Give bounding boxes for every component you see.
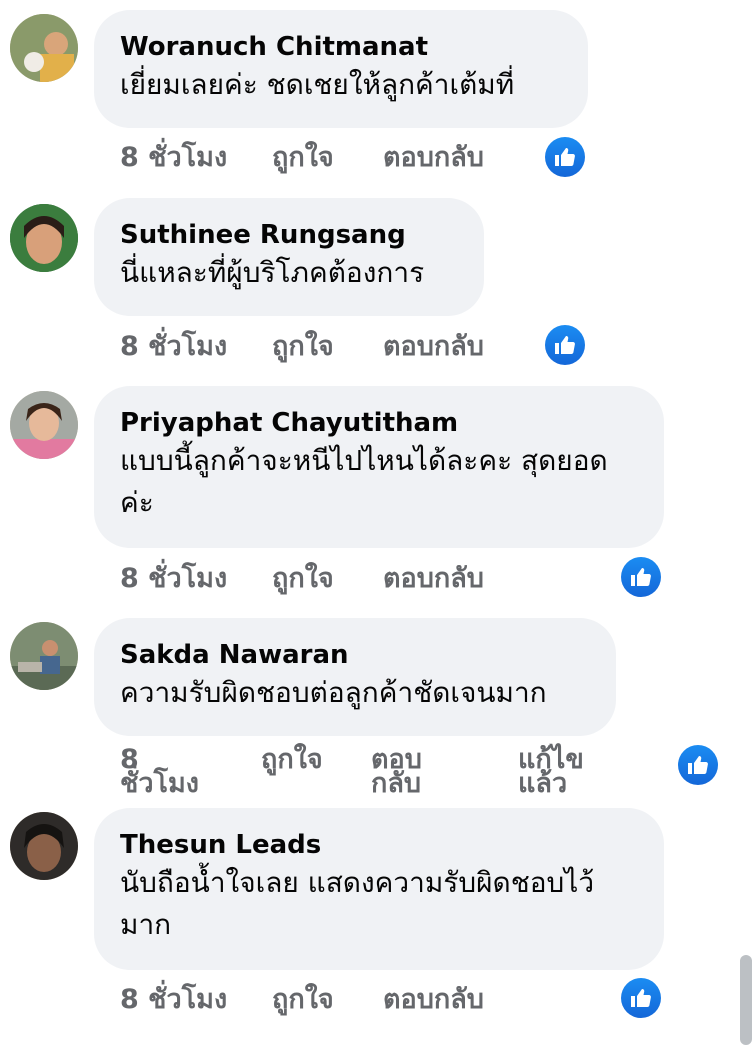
reply-action-line2: กลับ xyxy=(371,768,422,799)
edited-label-line2: แล้ว xyxy=(518,768,568,799)
comment-text: นับถือน้ำใจเลย แสดงความรับผิดชอบไว้มาก xyxy=(120,866,595,941)
reply-action[interactable]: ตอบกลับ xyxy=(383,983,484,1017)
reply-action[interactable]: ตอบกลับ xyxy=(383,141,484,175)
edited-label[interactable]: แก้ไข แล้ว xyxy=(518,746,584,799)
avatar[interactable] xyxy=(10,812,78,880)
comment-text: ความรับผิดชอบต่อลูกค้าชัดเจนมาก xyxy=(120,676,547,709)
comment-time-unit: ชั่วโมง xyxy=(120,768,199,799)
like-action[interactable]: ถูกใจ xyxy=(272,983,334,1017)
comment-author[interactable]: Woranuch Chitmanat xyxy=(120,30,560,64)
avatar[interactable] xyxy=(10,391,78,459)
comment-time[interactable]: 8 ชั่วโมง xyxy=(120,983,227,1017)
comment-author[interactable]: Sakda Nawaran xyxy=(120,638,588,672)
comment-text: นี่แหละที่ผู้บริโภคต้องการ xyxy=(120,256,425,289)
comment-bubble: Thesun Leads นับถือน้ำใจเลย แสดงความรับผ… xyxy=(94,808,664,970)
reply-action[interactable]: ตอบกลับ xyxy=(383,330,484,364)
comment-bubble: Suthinee Rungsang นี่แหละที่ผู้บริโภคต้อ… xyxy=(94,198,484,316)
comment-author[interactable]: Priyaphat Chayutitham xyxy=(120,406,636,440)
avatar[interactable] xyxy=(10,204,78,272)
comment-bubble: Woranuch Chitmanat เยี่ยมเลยค่ะ ชดเชยให้… xyxy=(94,10,588,128)
comment-time[interactable]: 8 ชั่วโมง xyxy=(120,141,227,175)
like-icon[interactable] xyxy=(545,325,585,365)
comment-bubble: Priyaphat Chayutitham แบบนี้ลูกค้าจะหนีไ… xyxy=(94,386,664,548)
comment-author[interactable]: Thesun Leads xyxy=(120,828,636,862)
comment-time[interactable]: 8 ชั่วโมง xyxy=(120,746,199,799)
comment-text: แบบนี้ลูกค้าจะหนีไปไหนได้ละคะ สุดยอดค่ะ xyxy=(120,444,608,519)
comment-actions: 8 ชั่วโมง ถูกใจ ตอบ กลับ แก้ไข แล้ว xyxy=(120,746,640,799)
like-icon[interactable] xyxy=(621,978,661,1018)
comment-text: เยี่ยมเลยค่ะ ชดเชยให้ลูกค้าเต้มที่ xyxy=(120,68,515,101)
like-icon[interactable] xyxy=(545,137,585,177)
like-action[interactable]: ถูกใจ xyxy=(261,746,323,773)
like-action[interactable]: ถูกใจ xyxy=(272,562,334,596)
reply-action[interactable]: ตอบ กลับ xyxy=(371,746,422,799)
reply-action[interactable]: ตอบกลับ xyxy=(383,562,484,596)
like-icon[interactable] xyxy=(678,745,718,785)
like-action[interactable]: ถูกใจ xyxy=(272,141,334,175)
comment-author[interactable]: Suthinee Rungsang xyxy=(120,218,456,252)
comment-time[interactable]: 8 ชั่วโมง xyxy=(120,562,227,596)
comment-bubble: Sakda Nawaran ความรับผิดชอบต่อลูกค้าชัดเ… xyxy=(94,618,616,736)
like-action[interactable]: ถูกใจ xyxy=(272,330,334,364)
comment-time[interactable]: 8 ชั่วโมง xyxy=(120,330,227,364)
avatar[interactable] xyxy=(10,14,78,82)
avatar[interactable] xyxy=(10,622,78,690)
scrollbar-thumb[interactable] xyxy=(740,955,752,1045)
like-icon[interactable] xyxy=(621,557,661,597)
